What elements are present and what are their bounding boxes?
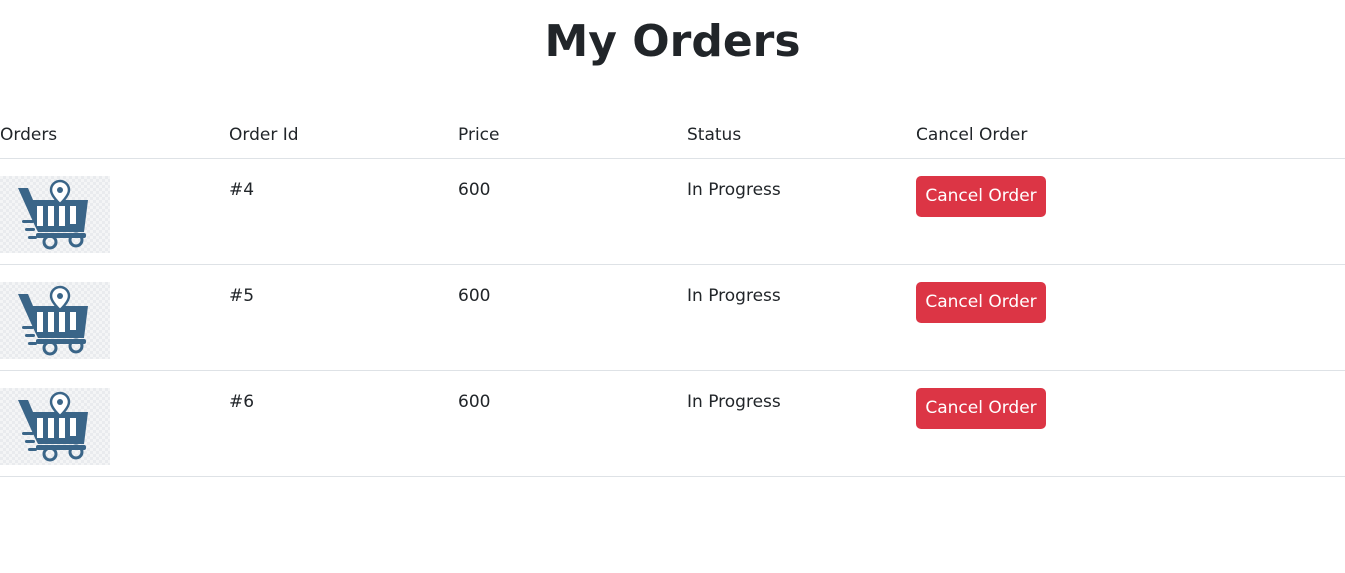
header-orders: Orders bbox=[0, 112, 229, 159]
order-id: #6 bbox=[229, 392, 255, 412]
order-status: In Progress bbox=[687, 392, 781, 412]
header-status: Status bbox=[687, 112, 916, 159]
table-body: #4 600 In Progress Cancel Order #5 600 I… bbox=[0, 158, 1345, 477]
price-cell: 600 bbox=[458, 264, 687, 371]
page-title: My Orders bbox=[544, 16, 801, 67]
shopping-cart-location-icon bbox=[0, 176, 110, 253]
table-row: #6 600 In Progress Cancel Order bbox=[0, 370, 1345, 477]
table-header: Orders Order Id Price Status Cancel Orde… bbox=[0, 112, 1345, 159]
order-price: 600 bbox=[458, 286, 491, 306]
order-id-cell: #5 bbox=[229, 264, 458, 371]
order-price: 600 bbox=[458, 180, 491, 200]
status-cell: In Progress bbox=[687, 264, 916, 371]
action-cell: Cancel Order bbox=[916, 264, 1345, 371]
table-row: #4 600 In Progress Cancel Order bbox=[0, 158, 1345, 265]
cart-svg bbox=[18, 391, 88, 462]
order-id: #4 bbox=[229, 180, 255, 200]
status-cell: In Progress bbox=[687, 158, 916, 265]
header-price: Price bbox=[458, 112, 687, 159]
order-thumbnail-cell bbox=[0, 264, 229, 371]
order-thumbnail-cell bbox=[0, 370, 229, 477]
action-cell: Cancel Order bbox=[916, 158, 1345, 265]
order-price: 600 bbox=[458, 392, 491, 412]
header-cancel-order: Cancel Order bbox=[916, 112, 1345, 159]
cancel-order-button[interactable]: Cancel Order bbox=[916, 176, 1046, 217]
order-thumbnail-cell bbox=[0, 158, 229, 265]
order-status: In Progress bbox=[687, 180, 781, 200]
status-cell: In Progress bbox=[687, 370, 916, 477]
header-row: Orders Order Id Price Status Cancel Orde… bbox=[0, 112, 1345, 159]
action-cell: Cancel Order bbox=[916, 370, 1345, 477]
order-id: #5 bbox=[229, 286, 255, 306]
cart-svg bbox=[18, 285, 88, 356]
table-row: #5 600 In Progress Cancel Order bbox=[0, 264, 1345, 371]
order-id-cell: #6 bbox=[229, 370, 458, 477]
cancel-order-button[interactable]: Cancel Order bbox=[916, 388, 1046, 429]
order-id-cell: #4 bbox=[229, 158, 458, 265]
shopping-cart-location-icon bbox=[0, 282, 110, 359]
orders-table: Orders Order Id Price Status Cancel Orde… bbox=[0, 112, 1345, 477]
cart-svg bbox=[18, 179, 88, 250]
price-cell: 600 bbox=[458, 158, 687, 265]
header-order-id: Order Id bbox=[229, 112, 458, 159]
order-status: In Progress bbox=[687, 286, 781, 306]
cancel-order-button[interactable]: Cancel Order bbox=[916, 282, 1046, 323]
price-cell: 600 bbox=[458, 370, 687, 477]
shopping-cart-location-icon bbox=[0, 388, 110, 465]
